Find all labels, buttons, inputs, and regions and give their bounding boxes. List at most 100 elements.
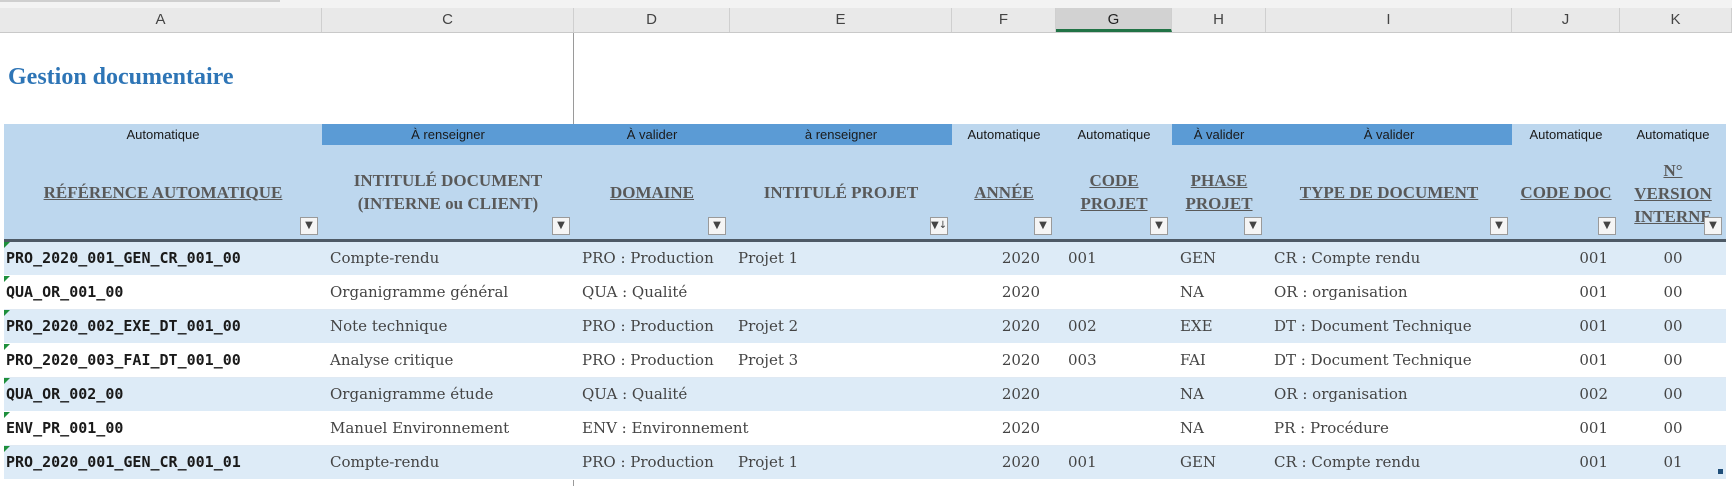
cell-reference[interactable]: PRO_2020_001_GEN_CR_001_01 [6, 446, 322, 479]
cell-intitule-projet[interactable]: Projet 3 [732, 344, 958, 377]
cell-intitule-projet[interactable] [732, 276, 958, 309]
header-intitule-projet[interactable]: INTITULÉ PROJET [730, 145, 952, 239]
column-header-i[interactable]: I [1266, 8, 1512, 32]
status-ref[interactable]: Automatique [4, 124, 322, 145]
table-resize-handle[interactable] [1718, 469, 1723, 474]
filter-dropdown-type-document[interactable]: ▼ [1490, 217, 1508, 235]
cell-code-projet[interactable] [1062, 276, 1178, 309]
cell-annee[interactable]: 2020 [952, 242, 1040, 275]
cell-intitule-projet[interactable]: Projet 1 [732, 242, 958, 275]
cell-version[interactable]: 00 [1620, 412, 1726, 445]
cell-intitule-document[interactable]: Organigramme étude [324, 378, 580, 411]
cell-reference[interactable]: ENV_PR_001_00 [6, 412, 322, 445]
cell-phase[interactable]: NA [1174, 412, 1272, 445]
column-header-k[interactable]: K [1620, 8, 1732, 32]
cell-version[interactable]: 01 [1620, 446, 1726, 479]
cell-code-projet[interactable]: 001 [1062, 446, 1178, 479]
cell-code-doc[interactable]: 001 [1512, 276, 1608, 309]
filter-dropdown-version[interactable]: ▼ [1704, 217, 1722, 235]
cell-code-doc[interactable]: 002 [1512, 378, 1608, 411]
table-row[interactable]: PRO_2020_001_GEN_CR_001_00 Compte-rendu PR… [4, 242, 1726, 276]
cell-phase[interactable]: FAI [1174, 344, 1272, 377]
cell-reference[interactable]: PRO_2020_002_EXE_DT_001_00 [6, 310, 322, 343]
cell-reference[interactable]: QUA_OR_001_00 [6, 276, 322, 309]
column-header-h[interactable]: H [1172, 8, 1266, 32]
column-header-d[interactable]: D [574, 8, 730, 32]
header-domaine[interactable]: DOMAINE [574, 145, 730, 239]
column-header-c[interactable]: C [322, 8, 574, 32]
cell-annee[interactable]: 2020 [952, 446, 1040, 479]
cell-intitule-document[interactable]: Organigramme général [324, 276, 580, 309]
filter-dropdown-intitule-document[interactable]: ▼ [552, 217, 570, 235]
status-version[interactable]: Automatique [1620, 124, 1726, 145]
cell-phase[interactable]: EXE [1174, 310, 1272, 343]
cell-annee[interactable]: 2020 [952, 310, 1040, 343]
cell-phase[interactable]: GEN [1174, 446, 1272, 479]
cell-type-document[interactable]: OR : organisation [1268, 276, 1518, 309]
cell-version[interactable]: 00 [1620, 344, 1726, 377]
filter-dropdown-phase-projet[interactable]: ▼ [1244, 217, 1262, 235]
cell-code-doc[interactable]: 001 [1512, 310, 1608, 343]
cell-type-document[interactable]: DT : Document Technique [1268, 310, 1518, 343]
filter-sort-intitule-projet[interactable]: ▼↓ [930, 217, 948, 235]
status-intitule-projet[interactable]: à renseigner [730, 124, 952, 145]
cell-intitule-projet[interactable]: Projet 1 [732, 446, 958, 479]
cell-domaine[interactable]: PRO : Production [576, 242, 736, 275]
cell-domaine[interactable]: QUA : Qualité [576, 378, 736, 411]
table-row[interactable]: ENV_PR_001_00 Manuel Environnement ENV : E… [4, 412, 1726, 446]
cell-type-document[interactable]: CR : Compte rendu [1268, 242, 1518, 275]
filter-dropdown-reference[interactable]: ▼ [300, 217, 318, 235]
header-reference[interactable]: RÉFÉRENCE AUTOMATIQUE [4, 145, 322, 239]
cell-reference[interactable]: QUA_OR_002_00 [6, 378, 322, 411]
cell-intitule-document[interactable]: Note technique [324, 310, 580, 343]
cell-domaine[interactable]: PRO : Production [576, 446, 736, 479]
cell-annee[interactable]: 2020 [952, 276, 1040, 309]
column-header-j[interactable]: J [1512, 8, 1620, 32]
cell-intitule-projet[interactable] [732, 378, 958, 411]
cell-phase[interactable]: GEN [1174, 242, 1272, 275]
cell-domaine[interactable]: ENV : Environnement [576, 412, 749, 445]
cell-code-doc[interactable]: 001 [1512, 446, 1608, 479]
cell-version[interactable]: 00 [1620, 378, 1726, 411]
header-type-document[interactable]: TYPE DE DOCUMENT [1266, 145, 1512, 239]
cell-reference[interactable]: PRO_2020_003_FAI_DT_001_00 [6, 344, 322, 377]
cell-code-projet[interactable]: 003 [1062, 344, 1178, 377]
table-row[interactable]: PRO_2020_003_FAI_DT_001_00 Analyse critiq… [4, 344, 1726, 378]
filter-dropdown-domaine[interactable]: ▼ [708, 217, 726, 235]
table-row[interactable]: QUA_OR_001_00 Organigramme général QUA : Q… [4, 276, 1726, 310]
cell-phase[interactable]: NA [1174, 378, 1272, 411]
cell-code-doc[interactable]: 001 [1512, 344, 1608, 377]
sheet-title[interactable]: Gestion documentaire [8, 64, 234, 91]
cell-type-document[interactable]: OR : organisation [1268, 378, 1518, 411]
cell-intitule-document[interactable]: Analyse critique [324, 344, 580, 377]
cell-code-projet[interactable] [1062, 378, 1178, 411]
cell-intitule-projet[interactable]: Projet 2 [732, 310, 958, 343]
header-intitule-document[interactable]: INTITULÉ DOCUMENT (INTERNE ou CLIENT) [322, 145, 574, 239]
cell-type-document[interactable]: PR : Procédure [1268, 412, 1518, 445]
column-header-a[interactable]: A [0, 8, 322, 32]
cell-version[interactable]: 00 [1620, 276, 1726, 309]
filter-dropdown-code-doc[interactable]: ▼ [1598, 217, 1616, 235]
cell-annee[interactable]: 2020 [952, 378, 1040, 411]
cell-type-document[interactable]: CR : Compte rendu [1268, 446, 1518, 479]
cell-reference[interactable]: PRO_2020_001_GEN_CR_001_00 [6, 242, 322, 275]
cell-code-projet[interactable]: 001 [1062, 242, 1178, 275]
cell-domaine[interactable]: PRO : Production [576, 344, 736, 377]
table-row[interactable]: PRO_2020_001_GEN_CR_001_01 Compte-rendu PR… [4, 446, 1726, 480]
status-annee[interactable]: Automatique [952, 124, 1056, 145]
cell-annee[interactable]: 2020 [952, 344, 1040, 377]
status-code-projet[interactable]: Automatique [1056, 124, 1172, 145]
status-intitule-doc[interactable]: À renseigner [322, 124, 574, 145]
cell-intitule-document[interactable]: Manuel Environnement [324, 412, 580, 445]
status-domaine[interactable]: À valider [574, 124, 730, 145]
cell-intitule-document[interactable]: Compte-rendu [324, 242, 580, 275]
cell-domaine[interactable]: PRO : Production [576, 310, 736, 343]
status-type-doc[interactable]: À valider [1266, 124, 1512, 145]
worksheet[interactable]: Gestion documentaire Automatique À rense… [0, 33, 1732, 486]
cell-phase[interactable]: NA [1174, 276, 1272, 309]
table-row[interactable]: QUA_OR_002_00 Organigramme étude QUA : Qua… [4, 378, 1726, 412]
cell-type-document[interactable]: DT : Document Technique [1268, 344, 1518, 377]
cell-code-doc[interactable]: 001 [1512, 242, 1608, 275]
filter-dropdown-annee[interactable]: ▼ [1034, 217, 1052, 235]
cell-code-doc[interactable]: 001 [1512, 412, 1608, 445]
